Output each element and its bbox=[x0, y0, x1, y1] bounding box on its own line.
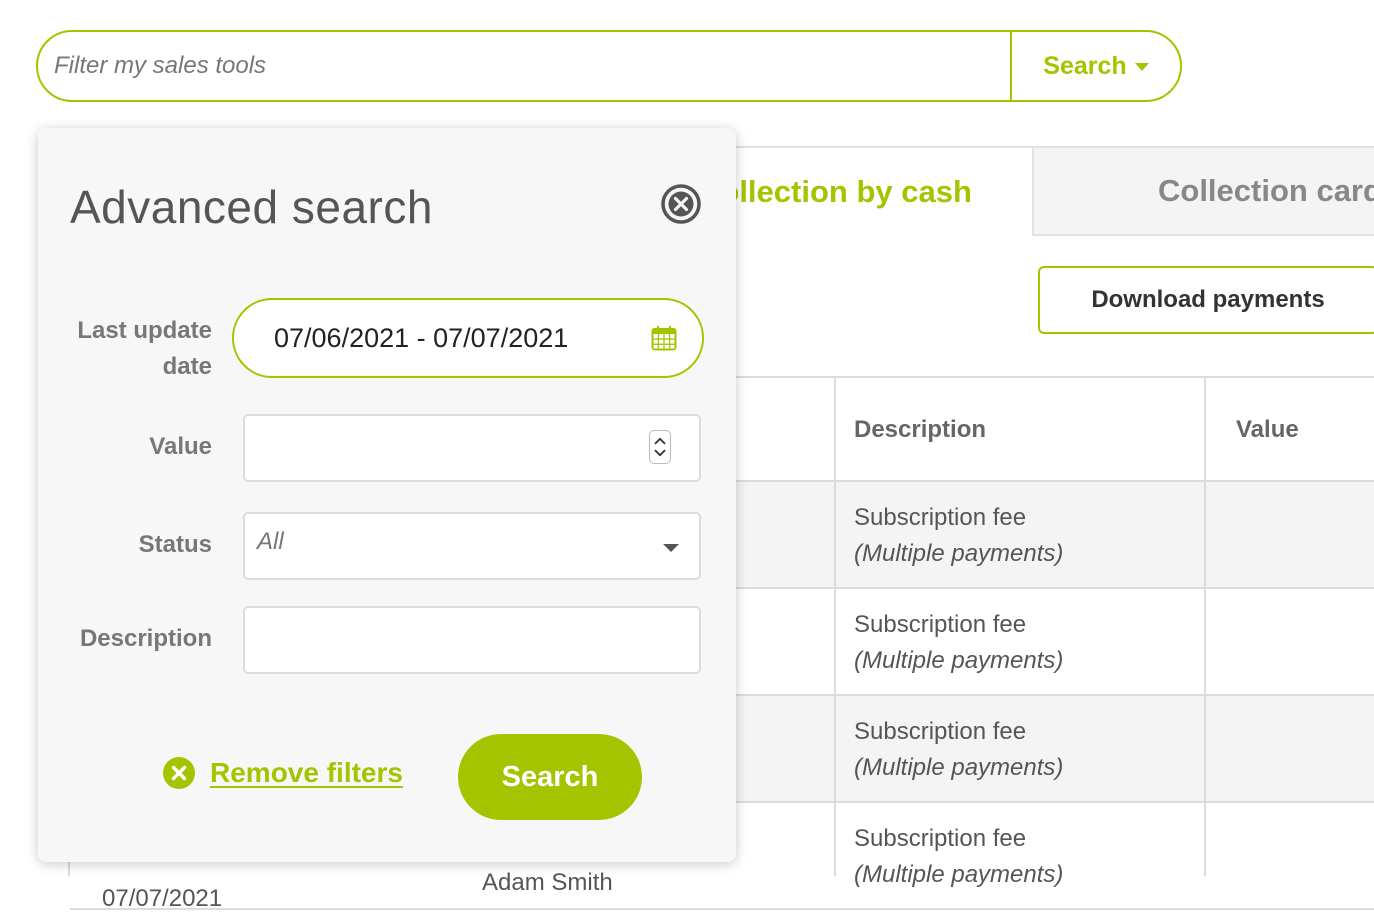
remove-filters-icon[interactable] bbox=[162, 756, 196, 790]
name-cell: Adam Smith bbox=[482, 869, 613, 896]
advanced-search-panel: Advanced search Last update date 07/06/2… bbox=[38, 128, 736, 862]
tab-label: Collection card bbox=[1158, 173, 1374, 208]
advanced-search-button[interactable]: Search bbox=[458, 734, 642, 820]
tab-collection-card[interactable]: Collection card bbox=[1032, 146, 1374, 236]
status-select[interactable]: All bbox=[243, 512, 701, 580]
tabs: Collection by cash Collection card bbox=[680, 146, 1374, 236]
value-input-field[interactable] bbox=[245, 416, 699, 480]
filter-search-button[interactable]: Search bbox=[1010, 32, 1180, 100]
last-update-date-label: Last update date bbox=[77, 313, 212, 385]
download-payments-button[interactable]: Download payments bbox=[1038, 266, 1374, 334]
status-label: Status bbox=[138, 531, 212, 558]
advanced-search-button-label: Search bbox=[501, 760, 599, 793]
description-input-field[interactable] bbox=[245, 608, 699, 672]
panel-title: Advanced search bbox=[70, 181, 433, 233]
column-divider bbox=[1204, 376, 1206, 876]
remove-filters-label[interactable]: Remove filters bbox=[210, 757, 403, 789]
description-input[interactable] bbox=[243, 606, 701, 674]
tab-label: Collection by cash bbox=[698, 174, 972, 209]
date-range-field[interactable]: 07/06/2021 - 07/07/2021 bbox=[232, 298, 704, 378]
column-divider bbox=[834, 376, 836, 876]
description-note: (Multiple payments) bbox=[854, 754, 1064, 781]
date-cell: 07/07/2021 bbox=[102, 885, 223, 912]
column-header-description[interactable]: Description bbox=[854, 378, 986, 482]
close-circle-icon[interactable] bbox=[660, 183, 702, 225]
download-payments-label: Download payments bbox=[1091, 286, 1325, 313]
value-label: Value bbox=[149, 433, 212, 460]
description-text: Subscription fee bbox=[854, 611, 1027, 638]
description-note: (Multiple payments) bbox=[854, 540, 1064, 567]
value-input[interactable] bbox=[243, 414, 701, 482]
calendar-icon[interactable] bbox=[650, 324, 678, 352]
filter-input[interactable] bbox=[38, 32, 1010, 100]
description-text: Subscription fee bbox=[854, 718, 1027, 745]
description-note: (Multiple payments) bbox=[854, 647, 1064, 674]
description-cell: Subscription fee (Multiple payments) bbox=[854, 607, 1063, 679]
status-selected-value: All bbox=[257, 528, 284, 555]
description-label: Description bbox=[79, 625, 212, 652]
filter-bar: Search bbox=[36, 30, 1182, 102]
description-cell: Subscription fee (Multiple payments) bbox=[854, 500, 1063, 572]
description-text: Subscription fee bbox=[854, 504, 1027, 531]
description-cell: Subscription fee (Multiple payments) bbox=[854, 821, 1063, 893]
filter-search-label: Search bbox=[1043, 51, 1127, 80]
description-cell: Subscription fee (Multiple payments) bbox=[854, 714, 1063, 786]
number-spinner-icon[interactable] bbox=[649, 430, 671, 464]
date-range-value: 07/06/2021 - 07/07/2021 bbox=[274, 322, 569, 353]
column-header-value[interactable]: Value bbox=[1236, 378, 1299, 482]
description-note: (Multiple payments) bbox=[854, 861, 1064, 888]
description-text: Subscription fee bbox=[854, 825, 1027, 852]
remove-filters-link[interactable]: Remove filters bbox=[162, 756, 403, 790]
caret-down-icon bbox=[1134, 63, 1149, 71]
label-line-1: Last update bbox=[77, 317, 212, 344]
label-line-2: date bbox=[162, 353, 212, 380]
chevron-down-icon bbox=[663, 544, 679, 552]
